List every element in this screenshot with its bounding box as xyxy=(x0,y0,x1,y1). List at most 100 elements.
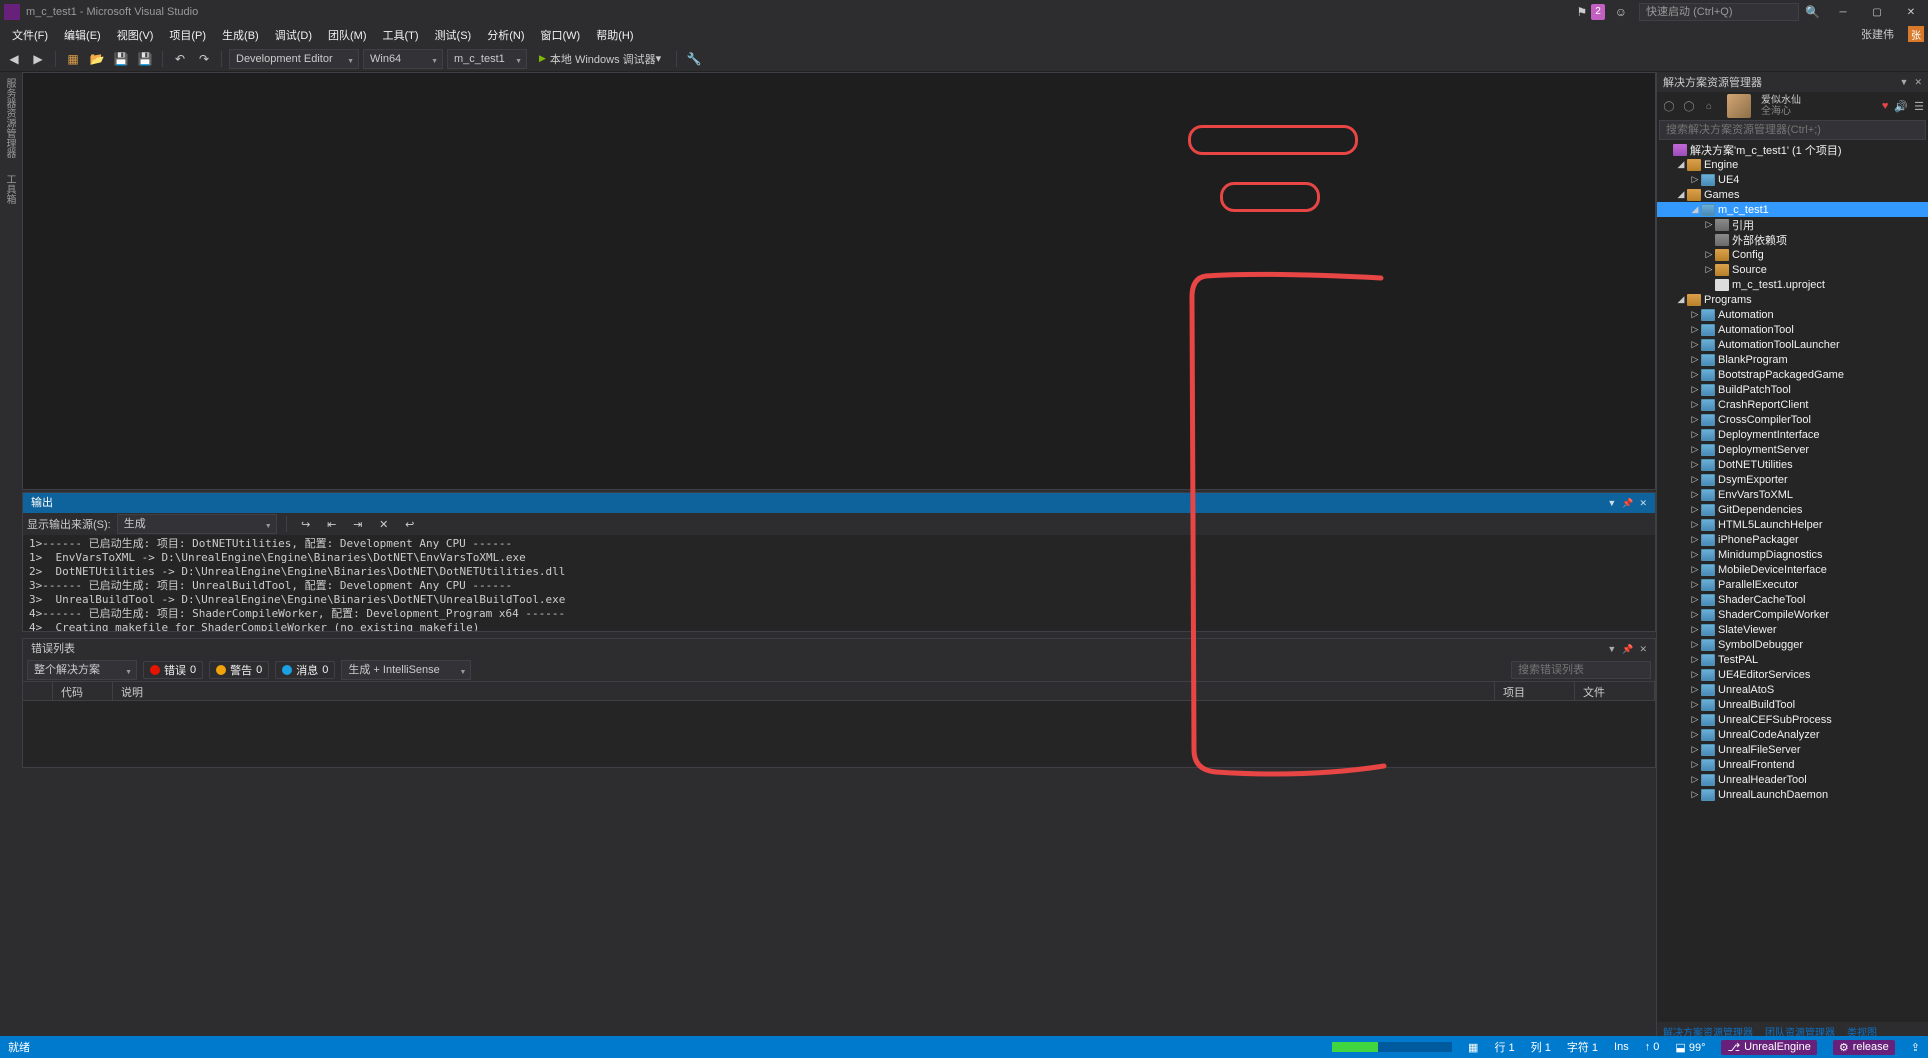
menu-item[interactable]: 分析(N) xyxy=(479,25,532,45)
tree-node[interactable]: ▷Automation xyxy=(1657,307,1928,322)
output-source-dropdown[interactable]: 生成 xyxy=(117,514,277,534)
tree-node[interactable]: ▷BootstrapPackagedGame xyxy=(1657,367,1928,382)
server-explorer-tab[interactable]: 服务器资源管理器 xyxy=(0,72,19,164)
error-scope-dropdown[interactable]: 整个解决方案 xyxy=(27,660,137,680)
header-project[interactable]: 项目 xyxy=(1495,682,1575,700)
menu-item[interactable]: 文件(F) xyxy=(4,25,56,45)
status-errors[interactable]: ↑ 0 xyxy=(1645,1041,1660,1053)
user-name-label[interactable]: 张建伟 xyxy=(1861,26,1894,42)
startup-project-dropdown[interactable]: m_c_test1 xyxy=(447,49,527,69)
prev-msg-icon[interactable]: ⇤ xyxy=(322,514,342,534)
user-avatar[interactable]: 张 xyxy=(1908,26,1924,42)
fwd-icon[interactable]: ◯ xyxy=(1681,98,1697,114)
quick-launch-input[interactable]: 快速启动 (Ctrl+Q) xyxy=(1639,3,1799,21)
solution-search-input[interactable] xyxy=(1659,120,1926,140)
tree-node[interactable]: ▷Config xyxy=(1657,247,1928,262)
tree-node[interactable]: 解决方案'm_c_test1' (1 个项目) xyxy=(1657,142,1928,157)
tool-icon[interactable]: 🔧 xyxy=(684,49,704,69)
tree-node[interactable]: ▷UE4 xyxy=(1657,172,1928,187)
tree-node[interactable]: ◢Programs xyxy=(1657,292,1928,307)
playlist-icon[interactable]: ☰ xyxy=(1914,100,1924,113)
tree-node[interactable]: ◢m_c_test1 xyxy=(1657,202,1928,217)
tree-node[interactable]: ▷SlateViewer xyxy=(1657,622,1928,637)
header-code[interactable]: 代码 xyxy=(53,682,113,700)
close-panel-icon[interactable]: ✕ xyxy=(1639,493,1647,513)
tree-node[interactable]: ▷MobileDeviceInterface xyxy=(1657,562,1928,577)
tree-node[interactable]: m_c_test1.uproject xyxy=(1657,277,1928,292)
status-publish-icon[interactable]: ⇪ xyxy=(1911,1041,1920,1054)
nav-fwd-icon[interactable]: ▶ xyxy=(28,49,48,69)
header-desc[interactable]: 说明 xyxy=(113,682,1495,700)
tree-node[interactable]: 外部依赖项 xyxy=(1657,232,1928,247)
maximize-button[interactable]: ▢ xyxy=(1860,0,1894,24)
close-button[interactable]: ✕ xyxy=(1894,0,1928,24)
menu-item[interactable]: 编辑(E) xyxy=(56,25,109,45)
save-icon[interactable]: 💾 xyxy=(111,49,131,69)
tree-node[interactable]: ▷AutomationTool xyxy=(1657,322,1928,337)
error-filter-dropdown[interactable]: 生成 + IntelliSense xyxy=(341,660,471,680)
tree-node[interactable]: ▷UnrealLaunchDaemon xyxy=(1657,787,1928,802)
solution-search[interactable] xyxy=(1659,120,1926,140)
tree-node[interactable]: ▷HTML5LaunchHelper xyxy=(1657,517,1928,532)
tree-node[interactable]: ▷TestPAL xyxy=(1657,652,1928,667)
search-icon[interactable]: 🔍 xyxy=(1805,5,1820,19)
nav-back-icon[interactable]: ◀ xyxy=(4,49,24,69)
tree-node[interactable]: ▷UnrealCEFSubProcess xyxy=(1657,712,1928,727)
tree-node[interactable]: ▷ShaderCompileWorker xyxy=(1657,607,1928,622)
tree-node[interactable]: ▷ParallelExecutor xyxy=(1657,577,1928,592)
volume-icon[interactable]: 🔊 xyxy=(1894,100,1908,113)
menu-item[interactable]: 工具(T) xyxy=(375,25,427,45)
undo-icon[interactable]: ↶ xyxy=(170,49,190,69)
platform-dropdown[interactable]: Win64 xyxy=(363,49,443,69)
tree-node[interactable]: ▷CrashReportClient xyxy=(1657,397,1928,412)
start-debugger-button[interactable]: 本地 Windows 调试器 ▾ xyxy=(531,49,669,69)
tree-node[interactable]: ▷UnrealCodeAnalyzer xyxy=(1657,727,1928,742)
solution-explorer-title[interactable]: 解决方案资源管理器 ▼✕ xyxy=(1657,72,1928,92)
menu-item[interactable]: 窗口(W) xyxy=(533,25,589,45)
goto-icon[interactable]: ↪ xyxy=(296,514,316,534)
tree-node[interactable]: ▷EnvVarsToXML xyxy=(1657,487,1928,502)
tree-node[interactable]: ▷iPhonePackager xyxy=(1657,532,1928,547)
tree-node[interactable]: ▷BlankProgram xyxy=(1657,352,1928,367)
pin-icon[interactable]: 📌 xyxy=(1622,493,1633,513)
menu-item[interactable]: 生成(B) xyxy=(214,25,267,45)
tree-node[interactable]: ▷DotNETUtilities xyxy=(1657,457,1928,472)
solution-tree[interactable]: 解决方案'm_c_test1' (1 个项目)◢Engine▷UE4◢Games… xyxy=(1657,140,1928,1022)
save-all-icon[interactable]: 💾 xyxy=(135,49,155,69)
tree-node[interactable]: ▷AutomationToolLauncher xyxy=(1657,337,1928,352)
tree-node[interactable]: ▷SymbolDebugger xyxy=(1657,637,1928,652)
new-project-icon[interactable]: ▦ xyxy=(63,49,83,69)
home-icon[interactable]: ⌂ xyxy=(1701,98,1717,114)
menu-item[interactable]: 帮助(H) xyxy=(588,25,641,45)
feedback-icon[interactable]: ☺ xyxy=(1615,5,1627,19)
wordwrap-icon[interactable]: ↩ xyxy=(400,514,420,534)
tree-node[interactable]: ▷UnrealFileServer xyxy=(1657,742,1928,757)
autohide-icon[interactable]: ▼ xyxy=(1607,493,1616,513)
tree-node[interactable]: ▷UnrealBuildTool xyxy=(1657,697,1928,712)
solution-config-dropdown[interactable]: Development Editor xyxy=(229,49,359,69)
tree-node[interactable]: ▷UnrealFrontend xyxy=(1657,757,1928,772)
back-icon[interactable]: ◯ xyxy=(1661,98,1677,114)
tree-node[interactable]: ▷DeploymentServer xyxy=(1657,442,1928,457)
music-widget-avatar[interactable] xyxy=(1727,94,1751,118)
clear-icon[interactable]: ✕ xyxy=(374,514,394,534)
error-search-input[interactable] xyxy=(1511,661,1651,679)
tree-node[interactable]: ▷引用 xyxy=(1657,217,1928,232)
status-source-control[interactable]: ⎇ UnrealEngine xyxy=(1721,1040,1816,1055)
minimize-button[interactable]: ─ xyxy=(1826,0,1860,24)
menu-item[interactable]: 调试(D) xyxy=(267,25,320,45)
errors-filter-button[interactable]: 错误 0 xyxy=(143,661,203,679)
heart-icon[interactable]: ♥ xyxy=(1882,100,1889,113)
next-msg-icon[interactable]: ⇥ xyxy=(348,514,368,534)
tree-node[interactable]: ▷UnrealAtoS xyxy=(1657,682,1928,697)
header-file[interactable]: 文件 xyxy=(1575,682,1655,700)
tree-node[interactable]: ▷CrossCompilerTool xyxy=(1657,412,1928,427)
toolbox-tab[interactable]: 工具箱 xyxy=(0,168,19,210)
tree-node[interactable]: ▷MinidumpDiagnostics xyxy=(1657,547,1928,562)
output-panel-title[interactable]: 输出 ▼📌✕ xyxy=(23,493,1655,513)
tree-node[interactable]: ▷ShaderCacheTool xyxy=(1657,592,1928,607)
output-content[interactable]: 1>------ 已启动生成: 项目: DotNETUtilities, 配置:… xyxy=(23,535,1655,631)
notification-flag-icon[interactable]: ⚑ xyxy=(1576,5,1587,19)
error-list-title[interactable]: 错误列表 ▼📌✕ xyxy=(23,639,1655,659)
tree-node[interactable]: ▷GitDependencies xyxy=(1657,502,1928,517)
